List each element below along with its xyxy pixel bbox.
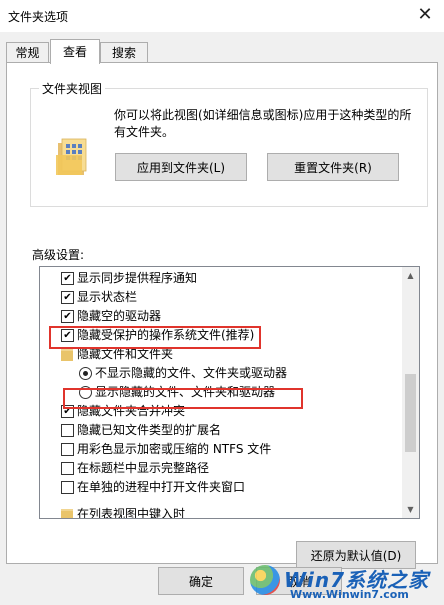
checkbox[interactable] xyxy=(61,481,74,494)
window-title: 文件夹选项 xyxy=(8,10,69,24)
radio-button[interactable] xyxy=(79,367,92,380)
folder-icon xyxy=(61,509,73,518)
tab-general[interactable]: 常规 xyxy=(6,42,49,63)
scroll-thumb[interactable] xyxy=(405,374,416,452)
vertical-scrollbar[interactable]: ▲ ▼ xyxy=(402,267,419,518)
tab-view[interactable]: 查看 xyxy=(50,39,100,64)
reset-folders-button[interactable]: 重置文件夹(R) xyxy=(267,153,399,181)
folder-icon xyxy=(56,138,87,175)
checkbox[interactable]: ✔ xyxy=(61,272,74,285)
windows-logo-icon xyxy=(250,565,280,595)
watermark-url: Www.Winwin7.com xyxy=(290,588,409,601)
checkbox[interactable]: ✔ xyxy=(61,310,74,323)
dialog-body: 常规 查看 搜索 文件夹视图 你可以将此视图(如详细信息或图标)应用于这种类型的… xyxy=(0,32,444,605)
folder-icon xyxy=(61,349,73,361)
watermark: Win7系统之家 Www.Winwin7.com xyxy=(244,561,444,605)
radio-button[interactable] xyxy=(79,386,92,399)
checkbox[interactable]: ✔ xyxy=(61,405,74,418)
title-bar: 文件夹选项 ✕ xyxy=(0,0,444,32)
checkbox[interactable] xyxy=(61,443,74,456)
scroll-down-icon[interactable]: ▼ xyxy=(402,501,419,518)
advanced-settings-label: 高级设置: xyxy=(32,248,85,262)
folder-view-description: 你可以将此视图(如详细信息或图标)应用于这种类型的所有文件夹。 xyxy=(114,108,412,139)
close-icon[interactable]: ✕ xyxy=(412,4,438,26)
view-tab-panel: 文件夹视图 你可以将此视图(如详细信息或图标)应用于这种类型的所有文件夹。 应用… xyxy=(6,62,438,569)
ok-button[interactable]: 确定 xyxy=(158,567,244,595)
checkbox[interactable]: ✔ xyxy=(61,291,74,304)
scroll-up-icon[interactable]: ▲ xyxy=(402,267,419,284)
folder-view-label: 文件夹视图 xyxy=(39,80,106,97)
checkbox[interactable]: ✔ xyxy=(61,329,74,342)
tab-search[interactable]: 搜索 xyxy=(100,42,148,63)
folder-view-group: 文件夹视图 你可以将此视图(如详细信息或图标)应用于这种类型的所有文件夹。 应用… xyxy=(30,80,428,207)
apply-to-folders-button[interactable]: 应用到文件夹(L) xyxy=(115,153,247,181)
advanced-settings-list[interactable]: ✔ 显示同步提供程序通知 ✔ 显示状态栏 ✔ 隐藏空的驱动器 ✔ 隐藏受保护的操… xyxy=(39,266,420,519)
checkbox[interactable] xyxy=(61,462,74,475)
checkbox[interactable] xyxy=(61,424,74,437)
